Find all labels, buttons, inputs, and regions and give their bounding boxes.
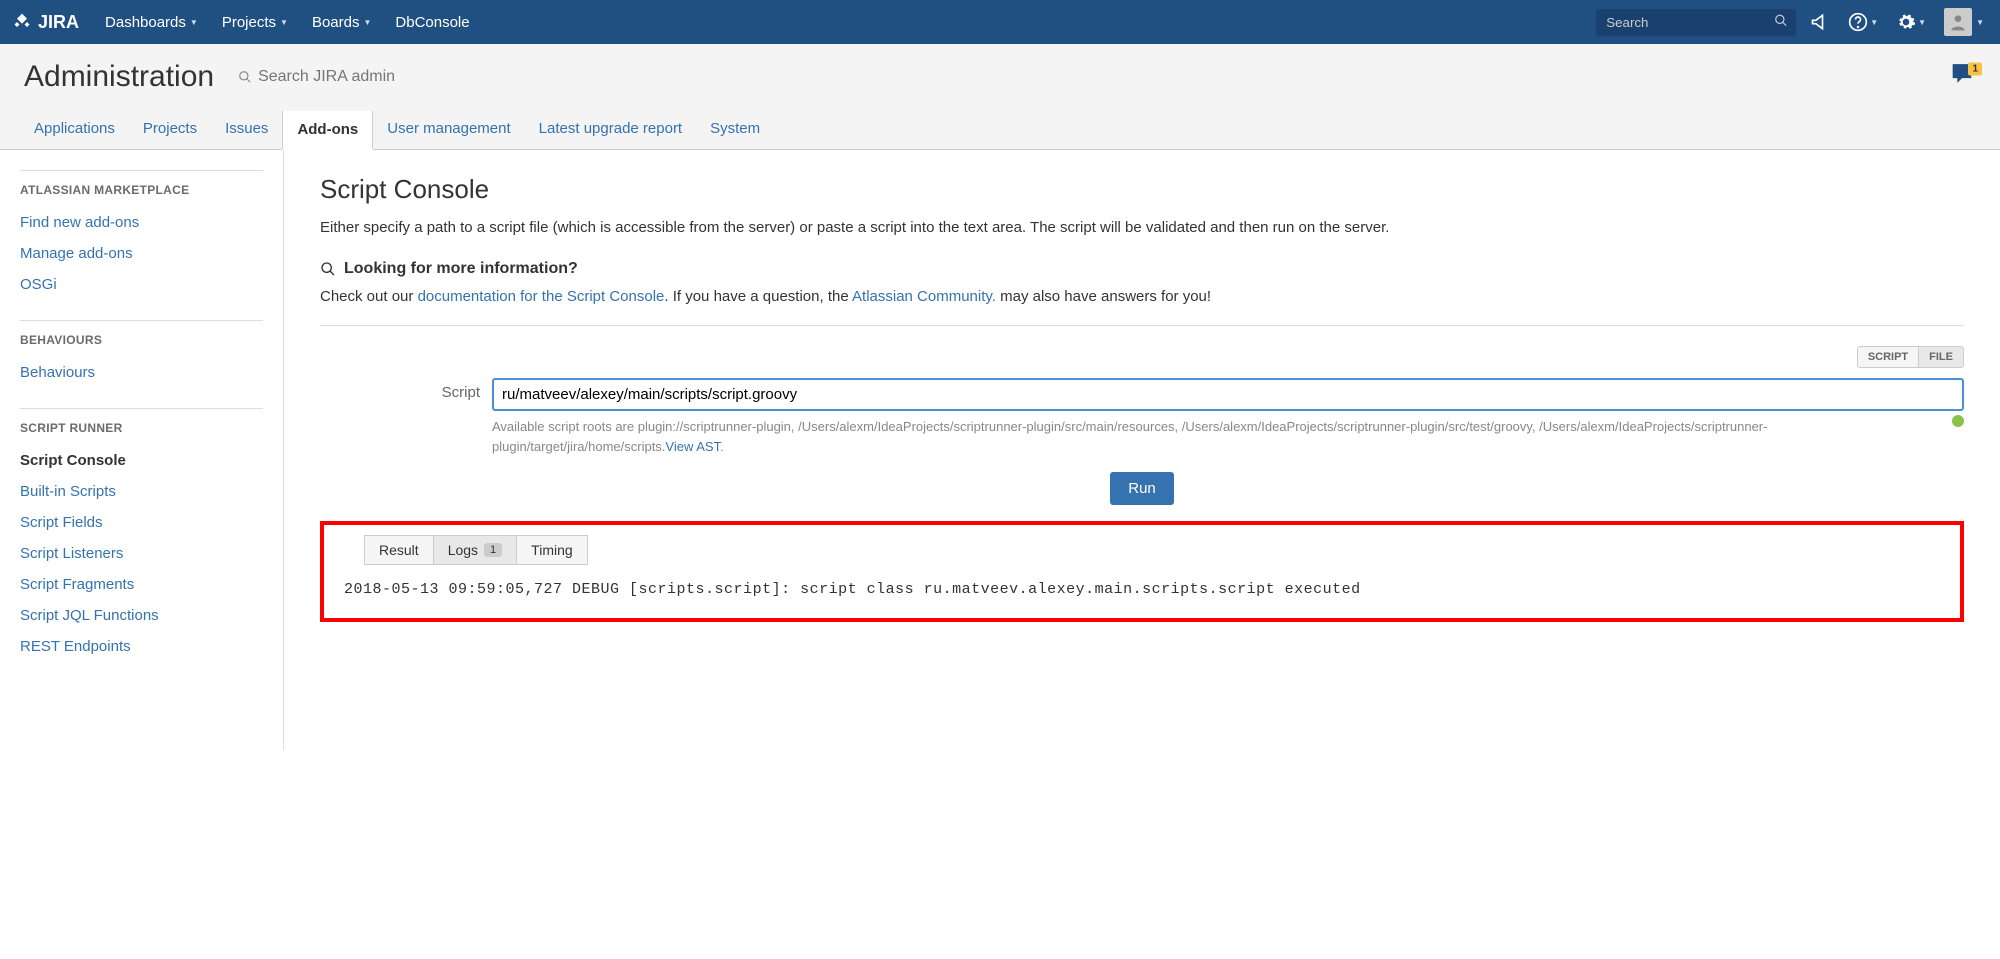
sidebar-item-script-listeners[interactable]: Script Listeners — [20, 538, 263, 569]
tab-system[interactable]: System — [696, 110, 774, 149]
global-search-input[interactable] — [1596, 9, 1796, 36]
user-menu[interactable]: ▼ — [1940, 4, 1988, 40]
script-hint: Available script roots are plugin://scri… — [492, 417, 1942, 456]
out-tab-logs[interactable]: Logs1 — [433, 535, 516, 565]
info-heading: Looking for more information? — [320, 260, 1964, 278]
admin-search-input[interactable] — [258, 68, 508, 86]
sidebar-item-find-addons[interactable]: Find new add-ons — [20, 207, 263, 238]
script-file-toggle: SCRIPT FILE — [1857, 346, 1964, 368]
nav-dbconsole[interactable]: DbConsole — [385, 6, 479, 39]
main-content: Script Console Either specify a path to … — [284, 150, 2000, 750]
toggle-script[interactable]: SCRIPT — [1857, 346, 1919, 368]
admin-search[interactable] — [238, 68, 508, 86]
sidebar-item-script-fragments[interactable]: Script Fragments — [20, 569, 263, 600]
feedback-button[interactable]: 1 — [1948, 60, 1976, 95]
avatar — [1944, 8, 1972, 36]
out-tab-timing[interactable]: Timing — [516, 535, 588, 565]
admin-title: Administration — [24, 60, 214, 94]
nav-projects[interactable]: Projects▼ — [212, 6, 298, 39]
sidebar-heading-scriptrunner: SCRIPT RUNNER — [20, 421, 263, 435]
info-text: Check out our documentation for the Scri… — [320, 288, 1964, 305]
tab-projects[interactable]: Projects — [129, 110, 211, 149]
sidebar-heading-behaviours: BEHAVIOURS — [20, 333, 263, 347]
sidebar-item-script-console[interactable]: Script Console — [20, 445, 263, 476]
admin-header: Administration 1 — [0, 44, 2000, 110]
admin-tabs: Applications Projects Issues Add-ons Use… — [0, 110, 2000, 150]
settings-icon[interactable]: ▼ — [1892, 8, 1930, 36]
tab-addons[interactable]: Add-ons — [282, 111, 373, 150]
topnav-right: ▼ ▼ ▼ — [1596, 4, 1988, 40]
chevron-down-icon: ▼ — [280, 18, 288, 27]
sidebar-item-behaviours[interactable]: Behaviours — [20, 357, 263, 388]
megaphone-icon[interactable] — [1806, 8, 1834, 36]
tab-user-management[interactable]: User management — [373, 110, 524, 149]
sidebar-item-osgi[interactable]: OSGi — [20, 269, 263, 300]
help-icon[interactable]: ▼ — [1844, 8, 1882, 36]
feedback-count-badge: 1 — [1968, 63, 1982, 76]
output-tabs: Result Logs1 Timing — [364, 535, 1940, 565]
script-label: Script — [320, 378, 492, 401]
sidebar-item-script-jql[interactable]: Script JQL Functions — [20, 600, 263, 631]
sidebar-heading-marketplace: ATLASSIAN MARKETPLACE — [20, 183, 263, 197]
output-panel: Result Logs1 Timing 2018-05-13 09:59:05,… — [320, 521, 1964, 622]
sidebar-item-rest-endpoints[interactable]: REST Endpoints — [20, 631, 263, 662]
jira-logo[interactable]: JIRA — [12, 12, 79, 33]
search-icon — [320, 261, 336, 277]
chevron-down-icon: ▼ — [1870, 18, 1878, 27]
run-button[interactable]: Run — [1110, 472, 1174, 505]
logs-count-badge: 1 — [484, 543, 502, 557]
search-icon[interactable] — [1774, 14, 1788, 31]
jira-logo-icon — [12, 12, 32, 32]
nav-boards[interactable]: Boards▼ — [302, 6, 381, 39]
doc-link[interactable]: documentation for the Script Console — [418, 288, 665, 305]
top-nav: JIRA Dashboards▼ Projects▼ Boards▼ DbCon… — [0, 0, 2000, 44]
chevron-down-icon: ▼ — [1976, 18, 1984, 27]
tab-upgrade-report[interactable]: Latest upgrade report — [525, 110, 696, 149]
script-path-input[interactable] — [492, 378, 1964, 411]
sidebar: ATLASSIAN MARKETPLACE Find new add-ons M… — [0, 150, 284, 750]
page-title: Script Console — [320, 174, 1964, 205]
log-output: 2018-05-13 09:59:05,727 DEBUG [scripts.s… — [344, 581, 1940, 598]
topnav-items: Dashboards▼ Projects▼ Boards▼ DbConsole — [95, 6, 1596, 39]
search-icon — [238, 70, 252, 84]
page-description: Either specify a path to a script file (… — [320, 219, 1964, 236]
sidebar-item-script-fields[interactable]: Script Fields — [20, 507, 263, 538]
sidebar-item-builtin-scripts[interactable]: Built-in Scripts — [20, 476, 263, 507]
chevron-down-icon: ▼ — [1918, 18, 1926, 27]
sidebar-item-manage-addons[interactable]: Manage add-ons — [20, 238, 263, 269]
divider — [320, 325, 1964, 326]
out-tab-result[interactable]: Result — [364, 535, 433, 565]
status-indicator — [1952, 415, 1964, 427]
nav-dashboards[interactable]: Dashboards▼ — [95, 6, 208, 39]
toggle-file[interactable]: FILE — [1919, 346, 1964, 368]
chevron-down-icon: ▼ — [190, 18, 198, 27]
view-ast-link[interactable]: View AST — [665, 439, 720, 454]
tab-issues[interactable]: Issues — [211, 110, 282, 149]
tab-applications[interactable]: Applications — [20, 110, 129, 149]
chevron-down-icon: ▼ — [363, 18, 371, 27]
community-link[interactable]: Atlassian Community. — [852, 288, 996, 305]
